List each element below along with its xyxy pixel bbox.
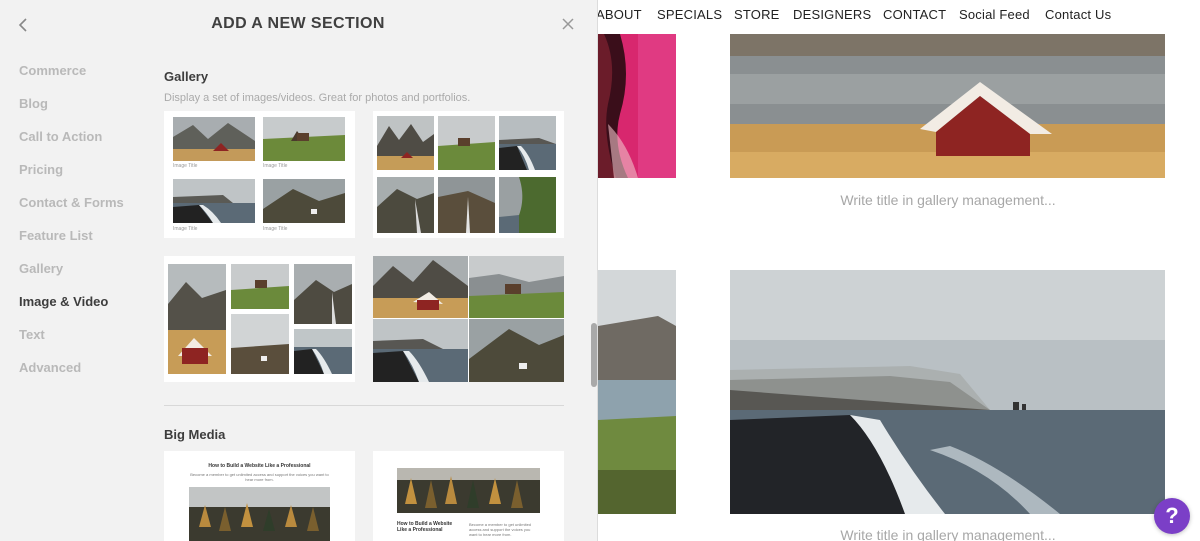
layout-thumbnail [469, 256, 564, 318]
nav-link-specials[interactable]: SPECIALS [657, 7, 722, 22]
category-list: Commerce Blog Call to Action Pricing Con… [19, 62, 124, 392]
section-heading-big-media: Big Media [164, 427, 226, 442]
template-text: Become a member to get unlimited access … [469, 522, 532, 537]
nav-link-about[interactable]: ABOUT [598, 7, 642, 22]
gallery-layout-3col-grid[interactable] [373, 111, 564, 238]
layout-thumbnail [294, 329, 352, 374]
layout-thumbnail [263, 179, 345, 223]
big-media-layout-centered[interactable]: How to Build a Website Like a Profession… [164, 451, 355, 541]
big-media-layout-split[interactable]: How to Build a Website Like a Profession… [373, 451, 564, 541]
category-gallery[interactable]: Gallery [19, 260, 124, 293]
template-image [397, 468, 540, 513]
nav-link-social-feed[interactable]: Social Feed [959, 7, 1030, 22]
section-divider [164, 405, 564, 406]
section-heading-gallery: Gallery [164, 69, 209, 84]
panel-title: ADD A NEW SECTION [211, 15, 385, 32]
help-icon: ? [1165, 503, 1179, 528]
layout-thumbnail [438, 116, 495, 170]
category-contact-forms[interactable]: Contact & Forms [19, 194, 124, 227]
add-section-panel: ADD A NEW SECTION Commerce Blog Call to … [0, 0, 598, 541]
category-image-video[interactable]: Image & Video [19, 293, 124, 326]
nav-link-contact[interactable]: CONTACT [883, 7, 946, 22]
gallery-layout-fullbleed[interactable] [373, 256, 564, 382]
layout-thumbnail [373, 256, 468, 318]
layout-thumbnail [377, 116, 434, 170]
section-description-gallery: Display a set of images/videos. Great fo… [164, 92, 471, 104]
gallery-image-portrait[interactable] [598, 34, 676, 178]
thumb-caption: Image Title [173, 163, 198, 169]
template-heading: How to Build a Website Like a Profession… [397, 521, 453, 533]
layout-thumbnail [438, 177, 495, 233]
category-pricing[interactable]: Pricing [19, 161, 124, 194]
layout-thumbnail [231, 314, 289, 374]
panel-scrollbar[interactable] [591, 323, 597, 387]
category-commerce[interactable]: Commerce [19, 62, 124, 95]
gallery-caption[interactable]: Write title in gallery management... [730, 527, 1166, 541]
layout-thumbnail [373, 319, 468, 382]
help-button[interactable]: ? [1154, 498, 1190, 534]
category-text[interactable]: Text [19, 326, 124, 359]
layout-thumbnail [168, 264, 226, 374]
gallery-layout-masonry[interactable] [164, 256, 355, 382]
category-blog[interactable]: Blog [19, 95, 124, 128]
website-preview: ABOUT SPECIALS STORE DESIGNERS CONTACT S… [598, 0, 1200, 541]
thumb-caption: Image Title [263, 163, 288, 169]
editor-screen: ABOUT SPECIALS STORE DESIGNERS CONTACT S… [0, 0, 1200, 541]
layout-thumbnail [263, 117, 345, 161]
layout-thumbnail [499, 116, 556, 170]
gallery-image-red-hut[interactable] [730, 34, 1165, 178]
panel-header: ADD A NEW SECTION [0, 0, 598, 50]
layout-thumbnail [469, 319, 564, 382]
gallery-image-coast-partial[interactable] [598, 270, 676, 514]
layout-thumbnail [377, 177, 434, 233]
thumb-caption: Image Title [263, 226, 288, 232]
layout-thumbnail [499, 177, 556, 233]
template-text: Become a member to get unlimited access … [190, 472, 329, 482]
layout-thumbnail [294, 264, 352, 324]
category-call-to-action[interactable]: Call to Action [19, 128, 124, 161]
back-button[interactable] [14, 14, 34, 36]
close-icon [562, 18, 574, 30]
gallery-image-black-beach[interactable] [730, 270, 1165, 514]
gallery-caption[interactable]: Write title in gallery management... [730, 192, 1166, 208]
thumb-caption: Image Title [173, 226, 198, 232]
layout-thumbnail [173, 179, 255, 223]
category-feature-list[interactable]: Feature List [19, 227, 124, 260]
gallery-layout-2col-captions[interactable]: Image Title Image Title Image Title Imag… [164, 111, 355, 238]
layout-thumbnail [173, 117, 255, 161]
close-button[interactable] [559, 15, 577, 33]
nav-link-store[interactable]: STORE [734, 7, 780, 22]
chevron-left-icon [18, 18, 27, 32]
nav-link-designers[interactable]: DESIGNERS [793, 7, 871, 22]
layout-thumbnail [231, 264, 289, 309]
template-heading: How to Build a Website Like a Profession… [208, 463, 311, 469]
nav-link-contact-us[interactable]: Contact Us [1045, 7, 1111, 22]
site-navigation: ABOUT SPECIALS STORE DESIGNERS CONTACT S… [598, 0, 1200, 30]
category-advanced[interactable]: Advanced [19, 359, 124, 392]
template-image [189, 487, 330, 541]
